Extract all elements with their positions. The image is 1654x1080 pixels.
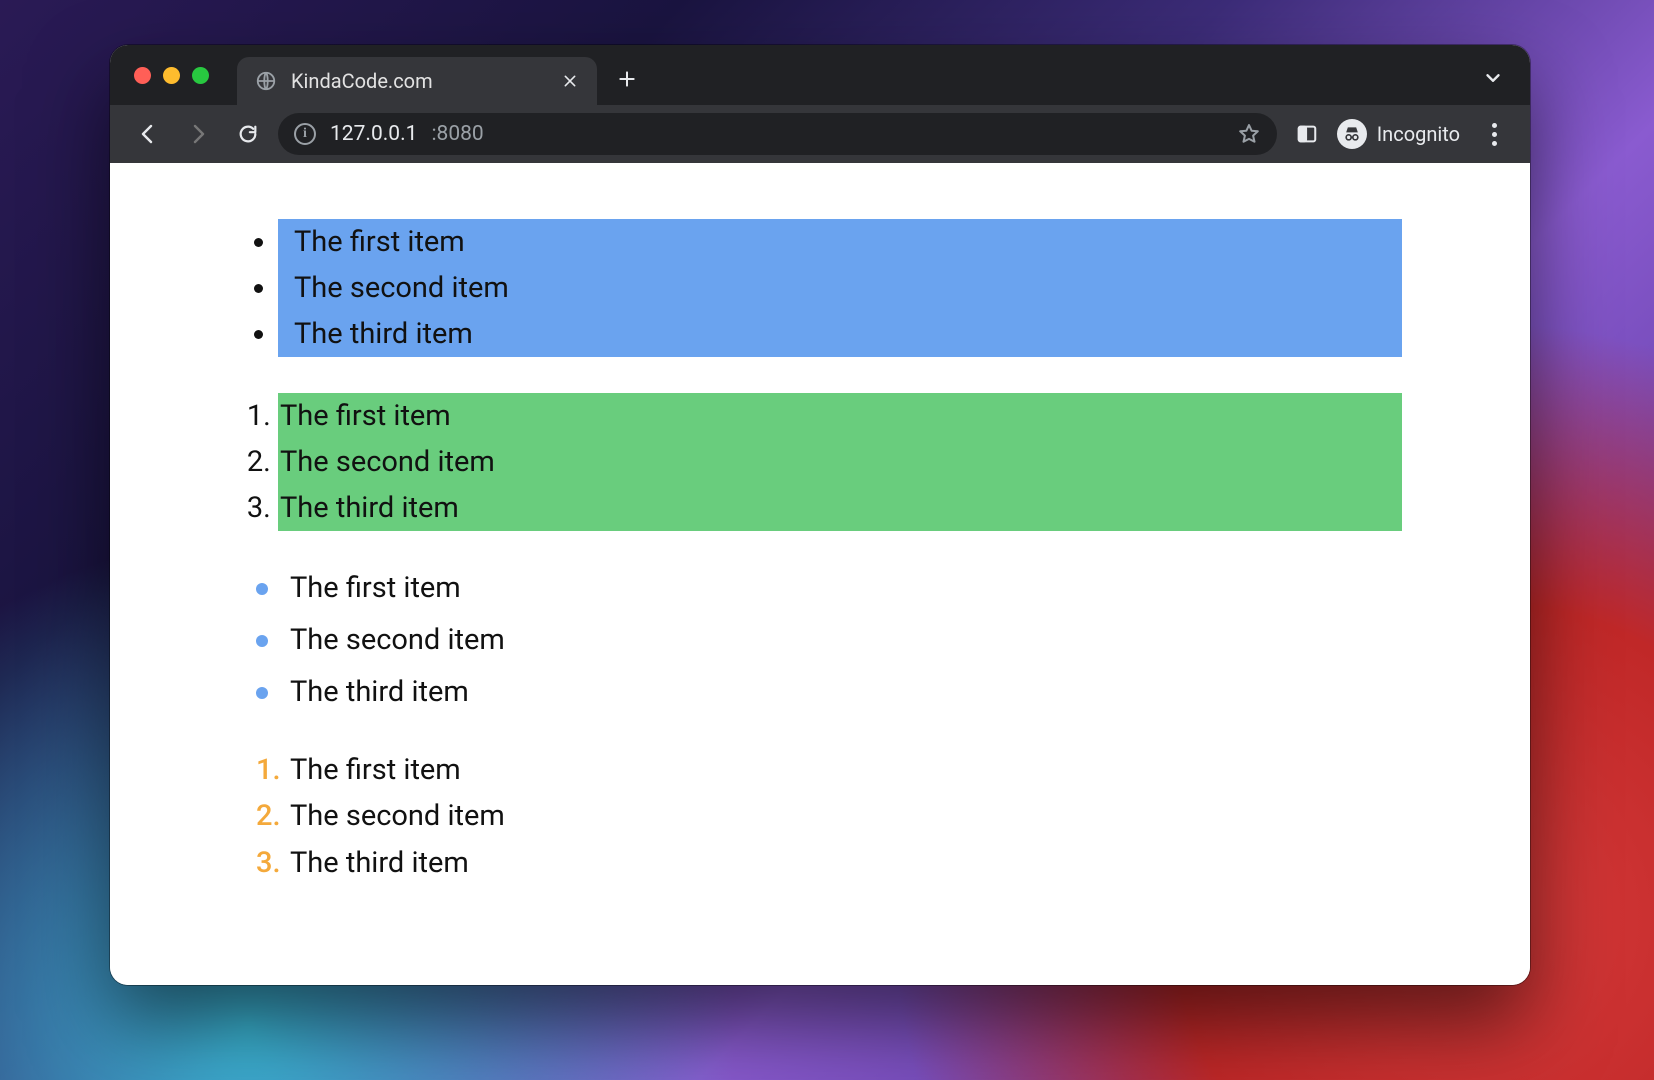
forward-button[interactable]	[178, 114, 218, 154]
list-item: The second item	[278, 265, 1402, 311]
window-controls	[134, 67, 209, 84]
url-host: 127.0.0.1	[330, 122, 417, 146]
list-item: The third item	[256, 671, 1410, 713]
window-minimize-button[interactable]	[163, 67, 180, 84]
orange-ordered-list: The first item The second item The third…	[230, 749, 1410, 883]
desktop-background: KindaCode.com	[0, 0, 1654, 1080]
tab-list-dropdown[interactable]	[1476, 61, 1510, 95]
close-tab-button[interactable]	[559, 70, 581, 92]
blue-unordered-list: The first item The second item The third…	[230, 219, 1410, 357]
window-fullscreen-button[interactable]	[192, 67, 209, 84]
list-item: The first item	[278, 393, 1402, 439]
browser-window: KindaCode.com	[110, 45, 1530, 985]
address-bar[interactable]: i 127.0.0.1 :8080	[278, 113, 1277, 155]
list-item: The second item	[278, 439, 1402, 485]
more-menu-button[interactable]	[1476, 116, 1512, 152]
side-panel-button[interactable]	[1287, 114, 1327, 154]
bluedot-unordered-list: The first item The second item The third…	[230, 567, 1410, 713]
list-item: The first item	[256, 749, 1410, 791]
green-ordered-list: The first item The second item The third…	[230, 393, 1410, 531]
reload-button[interactable]	[228, 114, 268, 154]
new-tab-button[interactable]	[609, 61, 645, 97]
incognito-icon	[1337, 119, 1367, 149]
tab-title: KindaCode.com	[291, 69, 545, 93]
toolbar: i 127.0.0.1 :8080	[110, 105, 1530, 163]
site-info-icon[interactable]: i	[294, 123, 316, 145]
browser-tab[interactable]: KindaCode.com	[237, 57, 597, 105]
url-port: :8080	[431, 122, 483, 146]
titlebar: KindaCode.com	[110, 45, 1530, 105]
list-item: The third item	[278, 485, 1402, 531]
list-item: The second item	[256, 619, 1410, 661]
globe-icon	[255, 70, 277, 92]
window-close-button[interactable]	[134, 67, 151, 84]
incognito-badge[interactable]: Incognito	[1337, 119, 1466, 149]
page-content: The first item The second item The third…	[110, 163, 1530, 985]
list-item: The third item	[256, 842, 1410, 884]
bookmark-star-icon[interactable]	[1237, 122, 1261, 146]
list-item: The second item	[256, 795, 1410, 837]
incognito-label: Incognito	[1377, 122, 1460, 146]
list-item: The first item	[256, 567, 1410, 609]
back-button[interactable]	[128, 114, 168, 154]
list-item: The third item	[278, 311, 1402, 357]
list-item: The first item	[278, 219, 1402, 265]
